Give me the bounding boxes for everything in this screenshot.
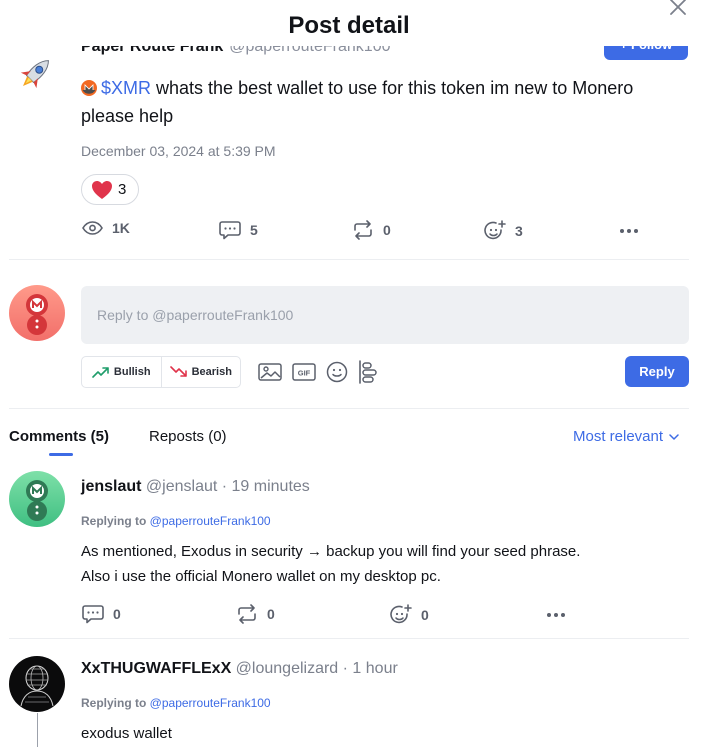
post-date: December 03, 2024 at 5:39 PM [81, 143, 276, 159]
comment-header: XxTHUGWAFFLExX @loungelizard · 1 hour [81, 660, 398, 678]
comment-meta: @jenslaut · 19 minutes [141, 478, 310, 495]
close-icon [670, 0, 686, 15]
divider [9, 638, 689, 639]
sort-dropdown[interactable]: Most relevant [573, 428, 679, 445]
comment-icon [82, 605, 104, 624]
sentiment-selector: Bullish Bearish [81, 356, 241, 388]
comment-text: As mentioned, Exodus in security → backu… [81, 543, 581, 585]
current-user-avatar[interactable] [9, 285, 65, 341]
like-add-icon [484, 220, 506, 240]
like-add-icon [390, 604, 412, 624]
views-stat[interactable]: 1K [82, 220, 130, 236]
add-gif-button[interactable]: GIF [292, 360, 316, 384]
trend-up-icon [92, 367, 109, 378]
repost-icon [238, 604, 256, 624]
heart-icon [92, 180, 112, 199]
post-author-avatar[interactable] [12, 51, 58, 97]
comment-author-name[interactable]: XxTHUGWAFFLExX [81, 660, 231, 677]
comment-meta: @loungelizard · 1 hour [231, 660, 398, 677]
likes-count: 3 [515, 223, 523, 239]
heart-reaction-pill[interactable]: 3 [81, 174, 139, 205]
poll-icon [359, 360, 377, 384]
reposts-stat[interactable]: 0 [352, 220, 391, 240]
comment-avatar[interactable] [9, 471, 65, 527]
replying-to: Replying to @paperrouteFrank100 [81, 514, 271, 528]
user-avatar-icon [9, 471, 65, 527]
user-avatar-icon [9, 285, 65, 341]
add-emoji-button[interactable] [325, 360, 349, 384]
comment-actions: 0 0 0 [0, 604, 703, 628]
post-author-row: Paper Route Frank @paperrouteFrank100 [81, 44, 681, 62]
more-icon [620, 229, 638, 233]
tab-comments[interactable]: Comments (5) [9, 428, 109, 445]
image-icon [258, 363, 282, 381]
close-button[interactable] [667, 0, 689, 18]
comments-stat[interactable]: 5 [219, 220, 258, 240]
trend-down-icon [169, 366, 187, 377]
emoji-icon [326, 361, 348, 383]
reaction-count: 3 [118, 181, 127, 198]
repost-icon [354, 220, 372, 240]
more-button[interactable] [619, 220, 639, 242]
page-title: Post detail [288, 12, 410, 39]
reply-button[interactable]: Reply [625, 356, 689, 387]
mention-link[interactable]: @paperrouteFrank100 [150, 514, 271, 528]
comment-reply-action[interactable]: 0 [82, 604, 121, 624]
comment-repost-action[interactable]: 0 [236, 604, 275, 624]
bearish-button[interactable]: Bearish [160, 357, 241, 387]
user-avatar-icon [9, 656, 65, 712]
comment-more-button[interactable] [546, 604, 566, 626]
likes-stat[interactable]: 3 [484, 220, 523, 242]
more-icon [547, 613, 565, 617]
tab-active-indicator [49, 453, 73, 456]
views-count: 1K [112, 220, 130, 236]
comment-header: jenslaut @jenslaut · 19 minutes [81, 478, 310, 496]
divider [9, 259, 689, 260]
cashtag-link[interactable]: $XMR [101, 78, 151, 98]
monero-coin-icon [81, 80, 97, 96]
add-poll-button[interactable] [356, 360, 380, 384]
divider [9, 408, 689, 409]
eye-icon [82, 221, 103, 235]
rocket-icon [20, 60, 49, 89]
chevron-down-icon [669, 433, 679, 440]
page-header: Post detail [0, 0, 703, 46]
post-stats: 1K 5 0 3 [0, 220, 703, 244]
comment-avatar[interactable] [9, 656, 65, 712]
bearish-label: Bearish [191, 366, 232, 378]
follow-button[interactable]: + Follow [604, 44, 688, 64]
gif-icon: GIF [292, 363, 316, 381]
comment-text: exodus wallet [81, 725, 172, 742]
comments-count: 5 [250, 222, 258, 238]
bullish-label: Bullish [113, 366, 151, 378]
comment-icon [219, 221, 241, 240]
add-image-button[interactable] [258, 360, 282, 384]
sort-label: Most relevant [573, 428, 664, 445]
svg-text:GIF: GIF [298, 369, 311, 378]
comment-author-name[interactable]: jenslaut [81, 478, 141, 495]
mention-link[interactable]: @paperrouteFrank100 [150, 696, 271, 710]
post-body: $XMR whats the best wallet to use for th… [81, 74, 641, 130]
thread-line [37, 713, 38, 747]
reposts-count: 0 [383, 222, 391, 238]
bullish-button[interactable]: Bullish [82, 357, 161, 387]
tab-reposts[interactable]: Reposts (0) [149, 428, 227, 445]
reply-input[interactable] [81, 286, 689, 344]
comment-like-action[interactable]: 0 [390, 604, 429, 626]
replying-to: Replying to @paperrouteFrank100 [81, 696, 271, 710]
post-text: whats the best wallet to use for this to… [81, 78, 634, 126]
